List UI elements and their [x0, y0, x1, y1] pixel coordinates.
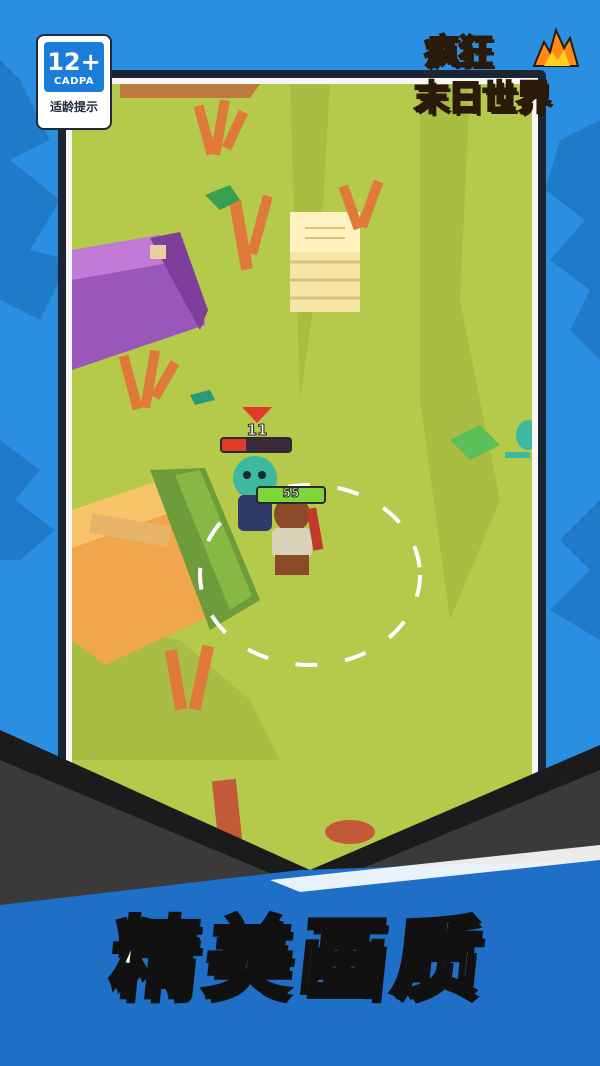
promo-headline: 精美画质	[104, 905, 495, 1012]
fire-icon	[532, 27, 580, 67]
enemy-hp-fill	[222, 439, 246, 451]
enemy-hp-bar	[220, 437, 292, 453]
logo-line-1: 疯狂	[423, 32, 494, 74]
age-rating-code: CADPA	[53, 76, 95, 87]
paper-stack	[290, 212, 360, 312]
logo-line-2: 末日世界	[413, 78, 552, 120]
game-logo: 疯狂 末日世界	[413, 22, 584, 122]
age-rating-panel: 12+ CADPA	[44, 42, 104, 92]
age-rating-note: 适龄提示	[49, 100, 98, 114]
age-rating-badge: 12+ CADPA 适龄提示	[36, 34, 112, 130]
age-rating-number: 12+	[47, 48, 101, 76]
player-hp-number: 55	[282, 486, 300, 501]
